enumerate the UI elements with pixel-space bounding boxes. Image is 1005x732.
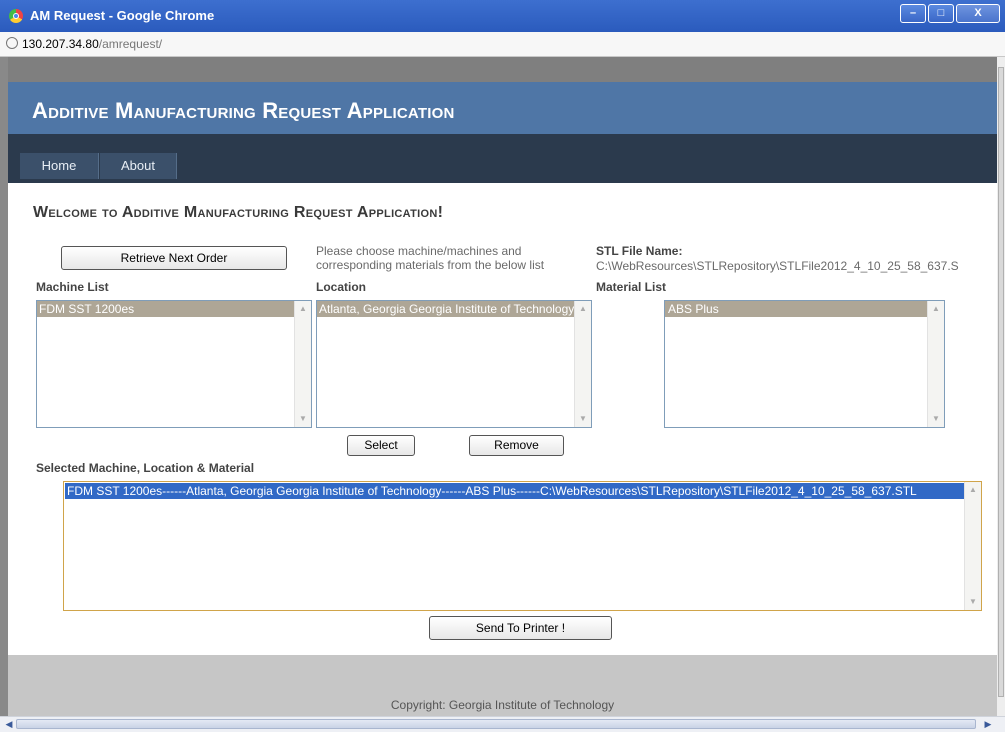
top-gray-bar: [8, 57, 997, 82]
material-option[interactable]: ABS Plus: [665, 301, 944, 317]
scroll-up-icon[interactable]: ▲: [965, 482, 981, 498]
scroll-left-icon[interactable]: ◀: [2, 717, 16, 731]
scroll-up-icon[interactable]: ▲: [575, 301, 591, 317]
scroll-down-icon[interactable]: ▼: [575, 411, 591, 427]
chrome-icon: [9, 9, 23, 23]
scroll-down-icon[interactable]: ▼: [965, 594, 981, 610]
scroll-right-icon[interactable]: ▶: [981, 717, 995, 731]
page-content: Additive Manufacturing Request Applicati…: [8, 57, 997, 716]
stl-file-name: C:\WebResources\STLRepository\STLFile201…: [596, 259, 959, 273]
material-listbox[interactable]: ABS Plus ▲ ▼: [664, 300, 945, 428]
machine-list-scrollbar[interactable]: ▲ ▼: [294, 301, 311, 427]
material-list-label: Material List: [596, 280, 667, 294]
url-path: /amrequest/: [98, 37, 163, 51]
window-controls: – □ X: [900, 4, 1000, 23]
send-to-printer-button[interactable]: Send To Printer !: [429, 616, 612, 640]
nav-home-link[interactable]: Home: [20, 153, 99, 179]
instructions-text: Please choose machine/machines and corre…: [316, 244, 545, 272]
minimize-button[interactable]: –: [900, 4, 926, 23]
scroll-down-icon[interactable]: ▼: [295, 411, 311, 427]
window-title: AM Request - Google Chrome: [30, 8, 215, 23]
site-title: Additive Manufacturing Request Applicati…: [32, 98, 455, 123]
retrieve-next-order-button[interactable]: Retrieve Next Order: [61, 246, 287, 270]
url-text[interactable]: 130.207.34.80/amrequest/: [22, 37, 162, 51]
copyright-text: Copyright: Georgia Institute of Technolo…: [390, 698, 615, 712]
browser-viewport: Additive Manufacturing Request Applicati…: [0, 57, 997, 716]
selected-list-scrollbar[interactable]: ▲ ▼: [964, 482, 981, 610]
scroll-up-icon[interactable]: ▲: [295, 301, 311, 317]
site-header: Additive Manufacturing Request Applicati…: [8, 82, 997, 134]
maximize-button[interactable]: □: [928, 4, 954, 23]
url-host: 130.207.34.80: [22, 37, 99, 51]
selected-items-listbox[interactable]: FDM SST 1200es------Atlanta, Georgia Geo…: [63, 481, 982, 611]
location-list-scrollbar[interactable]: ▲ ▼: [574, 301, 591, 427]
select-button[interactable]: Select: [347, 435, 415, 456]
page-heading: Welcome to Additive Manufacturing Reques…: [33, 204, 444, 221]
page-globe-icon: [6, 37, 18, 49]
address-bar[interactable]: 130.207.34.80/amrequest/: [0, 32, 1005, 57]
location-listbox[interactable]: Atlanta, Georgia Georgia Institute of Te…: [316, 300, 592, 428]
page-horizontal-scrollbar[interactable]: ◀ ▶: [0, 716, 1005, 732]
remove-button[interactable]: Remove: [469, 435, 564, 456]
machine-list-label: Machine List: [36, 280, 109, 294]
stl-file-label: STL File Name:: [596, 244, 683, 258]
material-list-scrollbar[interactable]: ▲ ▼: [927, 301, 944, 427]
nav-about-link[interactable]: About: [100, 153, 177, 179]
location-option[interactable]: Atlanta, Georgia Georgia Institute of Te…: [317, 301, 591, 317]
selected-items-label: Selected Machine, Location & Material: [36, 461, 255, 475]
machine-listbox[interactable]: FDM SST 1200es ▲ ▼: [36, 300, 312, 428]
page-vertical-scrollbar[interactable]: [997, 57, 1005, 716]
close-button[interactable]: X: [956, 4, 1000, 23]
page-horizontal-scroll-thumb[interactable]: [16, 719, 976, 729]
window-titlebar: AM Request - Google Chrome – □ X: [0, 0, 1005, 32]
selected-item-option[interactable]: FDM SST 1200es------Atlanta, Georgia Geo…: [65, 483, 980, 499]
page-vertical-scroll-thumb[interactable]: [998, 67, 1004, 697]
scroll-down-icon[interactable]: ▼: [928, 411, 944, 427]
nav-menu: Home About: [8, 134, 997, 183]
location-label: Location: [316, 280, 366, 294]
site-footer: Copyright: Georgia Institute of Technolo…: [8, 655, 997, 716]
scroll-up-icon[interactable]: ▲: [928, 301, 944, 317]
machine-option[interactable]: FDM SST 1200es: [37, 301, 311, 317]
